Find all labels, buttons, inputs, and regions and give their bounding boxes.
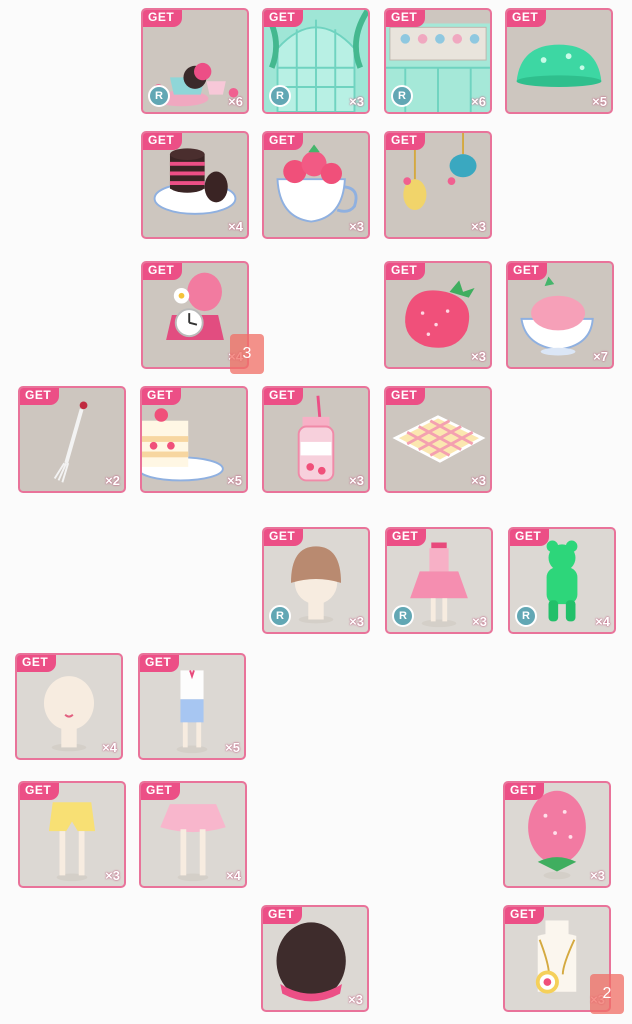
get-label: GET <box>20 388 60 405</box>
item-quantity: ×3 <box>349 614 364 629</box>
item-quantity: ×4 <box>595 614 610 629</box>
item-quantity: ×3 <box>349 473 364 488</box>
item-quantity: ×6 <box>471 94 486 109</box>
get-label: GET <box>386 10 426 27</box>
rare-badge: R <box>269 85 291 107</box>
item-quantity: ×3 <box>590 868 605 883</box>
item-quantity: ×2 <box>105 473 120 488</box>
get-label: GET <box>263 907 303 924</box>
rare-badge: R <box>269 605 291 627</box>
item-quantity: ×4 <box>228 219 243 234</box>
item-quantity: ×3 <box>471 349 486 364</box>
item-quantity: ×6 <box>228 94 243 109</box>
get-label: GET <box>143 10 183 27</box>
item-quantity: ×3 <box>348 992 363 1007</box>
item-quantity: ×3 <box>349 94 364 109</box>
item-card-teacup-shelf[interactable]: GET R ×6 <box>384 8 492 114</box>
item-card-pink-tutu-skirt[interactable]: GET ×4 <box>139 781 247 888</box>
get-label: GET <box>264 133 304 150</box>
item-quantity: ×5 <box>225 740 240 755</box>
item-card-strawberry-milk-bottle[interactable]: GET ×3 <box>262 386 370 493</box>
page-indicator-badge[interactable]: 3 <box>230 334 264 374</box>
get-label: GET <box>264 388 304 405</box>
item-quantity: ×3 <box>105 868 120 883</box>
item-quantity: ×4 <box>226 868 241 883</box>
item-card-green-jelly[interactable]: GET ×5 <box>505 8 613 114</box>
rare-badge: R <box>392 605 414 627</box>
item-card-bowl-cut-hair[interactable]: GET R ×3 <box>262 527 370 634</box>
item-card-tea-set[interactable]: GET R ×6 <box>141 8 249 114</box>
rare-badge: R <box>391 85 413 107</box>
item-card-strawberry-ice-cream-cup[interactable]: GET ×7 <box>506 261 614 369</box>
item-quantity: ×5 <box>227 473 242 488</box>
item-card-bald-head[interactable]: GET ×4 <box>15 653 123 760</box>
item-card-green-bear-suit[interactable]: GET R ×4 <box>508 527 616 634</box>
get-label: GET <box>264 529 304 546</box>
item-card-strawberry-teacup[interactable]: GET ×3 <box>262 131 370 239</box>
rare-badge: R <box>515 605 537 627</box>
get-label: GET <box>264 10 304 27</box>
item-card-suspender-outfit[interactable]: GET ×5 <box>138 653 246 760</box>
item-quantity: ×4 <box>102 740 117 755</box>
item-card-strawberry-hat[interactable]: GET ×3 <box>503 781 611 888</box>
item-card-strawberry[interactable]: GET ×3 <box>384 261 492 369</box>
get-label: GET <box>386 263 426 280</box>
get-label: GET <box>386 133 426 150</box>
page-indicator-badge[interactable]: 2 <box>590 974 624 1014</box>
item-quantity: ×3 <box>349 219 364 234</box>
get-label: GET <box>510 529 550 546</box>
item-card-pink-dress[interactable]: GET R ×3 <box>385 527 493 634</box>
item-quantity: ×7 <box>593 349 608 364</box>
item-grid: GET R ×6 GET R ×3 GET R ×6 GET ×5 GET ×4… <box>0 0 632 1024</box>
get-label: GET <box>505 783 545 800</box>
item-card-greenhouse-window[interactable]: GET R ×3 <box>262 8 370 114</box>
item-card-strawberry-shortcake[interactable]: GET ×5 <box>140 386 248 493</box>
get-label: GET <box>143 133 183 150</box>
get-label: GET <box>386 388 426 405</box>
get-label: GET <box>142 388 182 405</box>
get-label: GET <box>143 263 183 280</box>
get-label: GET <box>140 655 180 672</box>
item-quantity: ×3 <box>471 473 486 488</box>
get-label: GET <box>505 907 545 924</box>
get-label: GET <box>20 783 60 800</box>
get-label: GET <box>141 783 181 800</box>
get-label: GET <box>387 529 427 546</box>
item-quantity: ×5 <box>592 94 607 109</box>
get-label: GET <box>17 655 57 672</box>
get-label: GET <box>507 10 547 27</box>
item-quantity: ×3 <box>472 614 487 629</box>
item-card-yellow-shorts[interactable]: GET ×3 <box>18 781 126 888</box>
item-card-chocolate-macaron-hat[interactable]: GET ×3 <box>261 905 369 1012</box>
item-card-hanging-teapots[interactable]: GET ×3 <box>384 131 492 239</box>
get-label: GET <box>508 263 548 280</box>
item-card-picnic-cloth[interactable]: GET ×3 <box>384 386 492 493</box>
item-quantity: ×3 <box>471 219 486 234</box>
item-card-fork[interactable]: GET ×2 <box>18 386 126 493</box>
rare-badge: R <box>148 85 170 107</box>
item-card-chocolate-cookies[interactable]: GET ×4 <box>141 131 249 239</box>
